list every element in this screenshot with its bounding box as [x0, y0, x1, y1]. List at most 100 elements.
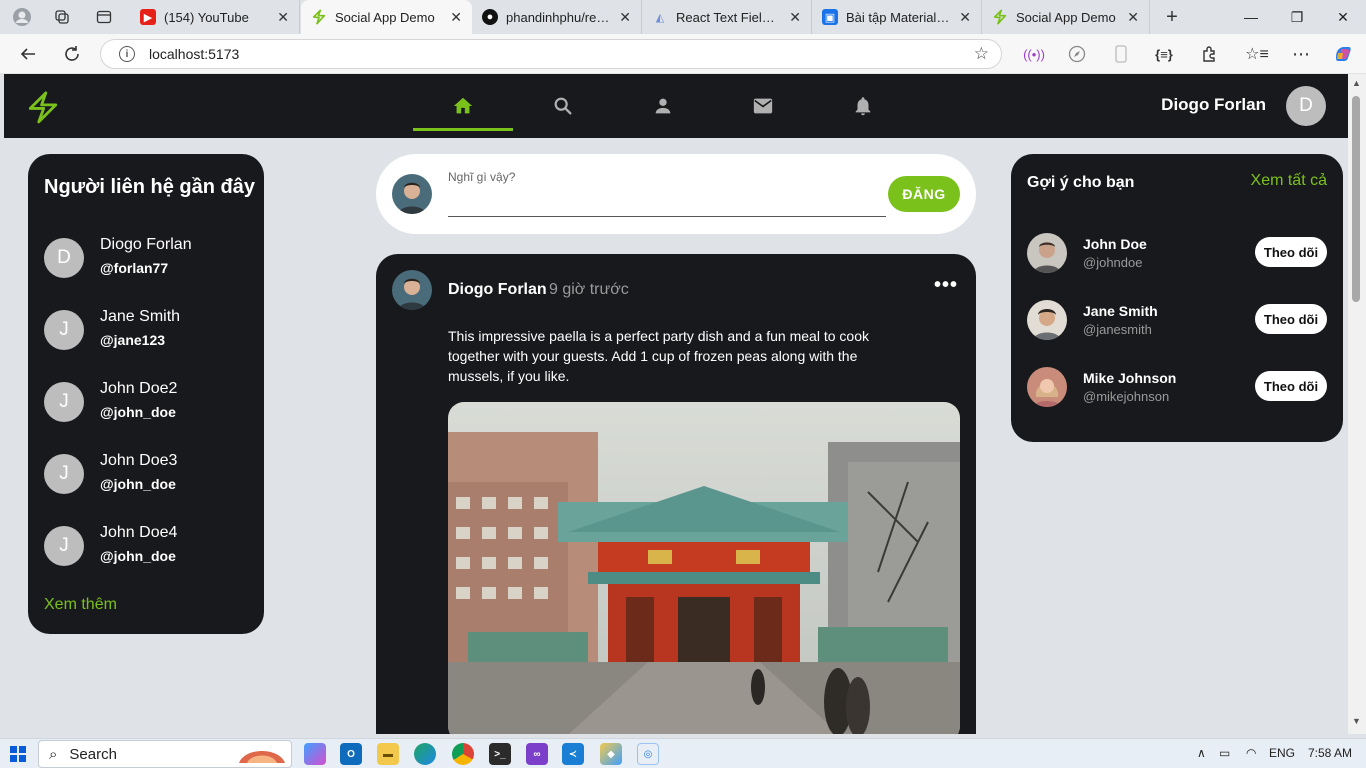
new-tab-icon[interactable]: + [1160, 5, 1184, 29]
contact-name: Diogo Forlan [100, 236, 192, 253]
more-options-icon[interactable]: ⋯ [1291, 44, 1311, 64]
taskbar-search[interactable]: ⌕ Search [38, 740, 292, 768]
tab-home[interactable] [413, 74, 513, 138]
workspaces-icon[interactable] [50, 5, 74, 29]
favorite-star-icon[interactable]: ☆ [974, 44, 989, 64]
avatar: J [44, 310, 84, 350]
browser-tab-active[interactable]: Social App Demo ✕ [301, 0, 472, 34]
back-icon[interactable] [16, 42, 40, 66]
tab-search[interactable] [513, 74, 613, 138]
browser-tab[interactable]: ● phandinhphu/react- ✕ [472, 0, 642, 34]
browser-tab[interactable]: Social App Demo ✕ [982, 0, 1150, 34]
tab-profile[interactable] [613, 74, 713, 138]
extensions-icon[interactable] [1199, 44, 1219, 64]
suggestion-name[interactable]: Mike Johnson [1083, 370, 1176, 386]
scroll-up-icon[interactable]: ▲ [1352, 78, 1361, 88]
battery-icon[interactable]: ▭ [1219, 746, 1230, 760]
close-tab-icon[interactable]: ✕ [277, 9, 289, 26]
chevron-up-icon[interactable]: ∧ [1197, 746, 1206, 760]
contact-handle: @john_doe [100, 476, 176, 492]
suggestion-name[interactable]: John Doe [1083, 236, 1147, 252]
contact-handle: @jane123 [100, 332, 166, 348]
follow-button[interactable]: Theo dõi [1255, 237, 1327, 267]
close-tab-icon[interactable]: ✕ [789, 9, 801, 26]
dev-app-icon[interactable]: ◎ [637, 743, 659, 765]
bolt-icon [311, 9, 327, 25]
avatar [392, 174, 432, 214]
visual-studio-icon[interactable]: ∞ [526, 743, 548, 765]
language-indicator[interactable]: ENG [1269, 746, 1295, 760]
outlook-icon[interactable]: O [340, 743, 362, 765]
site-info-icon[interactable]: i [119, 46, 135, 62]
chrome-icon[interactable] [452, 743, 474, 765]
avatar[interactable] [392, 270, 432, 310]
file-explorer-icon[interactable]: ▬ [377, 743, 399, 765]
page-viewport: Diogo Forlan D Người liên hệ gần đây D D… [4, 74, 1348, 734]
composer-input[interactable] [448, 216, 886, 217]
vscode-icon[interactable]: ≺ [562, 743, 584, 765]
minimize-icon[interactable]: — [1228, 0, 1274, 34]
windows-start-icon[interactable] [10, 746, 26, 762]
browser-tab[interactable]: ▣ Bài tập Material UI ✕ [812, 0, 982, 34]
url-text: localhost:5173 [149, 46, 240, 62]
current-user-name: Diogo Forlan [1161, 95, 1266, 114]
close-tab-icon[interactable]: ✕ [959, 9, 971, 26]
current-user-avatar[interactable]: D [1286, 86, 1326, 126]
json-viewer-icon[interactable]: {≡} [1154, 44, 1174, 64]
app-logo-bolt-icon[interactable] [26, 90, 60, 124]
copilot-icon[interactable] [1333, 44, 1353, 64]
edge-icon[interactable] [414, 743, 436, 765]
contact-item[interactable]: D Diogo Forlan @forlan77 [44, 234, 254, 282]
post-author[interactable]: Diogo Forlan [448, 281, 547, 299]
address-bar[interactable]: i localhost:5173 ☆ [100, 39, 1002, 69]
broadcast-icon[interactable]: ((•)) [1023, 44, 1045, 64]
app-icon[interactable]: ◆ [600, 743, 622, 765]
contact-name: John Doe2 [100, 380, 178, 397]
scrollbar-thumb[interactable] [1352, 96, 1360, 302]
tab-notifications[interactable] [813, 74, 913, 138]
close-window-icon[interactable]: ✕ [1320, 0, 1366, 34]
close-tab-icon[interactable]: ✕ [450, 9, 462, 26]
phone-icon[interactable] [1111, 44, 1131, 64]
avatar[interactable] [1027, 367, 1067, 407]
follow-button[interactable]: Theo dõi [1255, 304, 1327, 334]
contact-item[interactable]: J John Doe3 @john_doe [44, 450, 254, 498]
clock[interactable]: 7:58 AM [1308, 746, 1352, 760]
wifi-icon[interactable]: ◠ [1246, 746, 1256, 760]
avatar[interactable] [1027, 300, 1067, 340]
see-more-link[interactable]: Xem thêm [44, 596, 117, 614]
tab-actions-icon[interactable] [92, 5, 116, 29]
post-image [448, 402, 960, 734]
suggestion-name[interactable]: Jane Smith [1083, 303, 1158, 319]
contact-item[interactable]: J John Doe2 @john_doe [44, 378, 254, 426]
page-scrollbar[interactable]: ▲ ▼ [1348, 74, 1366, 734]
compass-icon[interactable] [1067, 44, 1087, 64]
restore-icon[interactable]: ❐ [1274, 0, 1320, 34]
reload-icon[interactable] [60, 42, 84, 66]
copilot-app-icon[interactable] [304, 743, 326, 765]
follow-button[interactable]: Theo dõi [1255, 371, 1327, 401]
suggestion-item: Jane Smith @janesmith Theo dõi [1027, 300, 1327, 342]
avatar[interactable] [1027, 233, 1067, 273]
more-horizontal-icon[interactable]: ••• [934, 274, 958, 297]
contact-name: John Doe3 [100, 452, 178, 469]
favorites-icon[interactable]: ☆≡ [1245, 44, 1269, 64]
close-tab-icon[interactable]: ✕ [1127, 9, 1139, 26]
tab-messages[interactable] [713, 74, 813, 138]
contact-handle: @john_doe [100, 404, 176, 420]
close-tab-icon[interactable]: ✕ [619, 9, 631, 26]
post-button[interactable]: ĐĂNG [888, 176, 960, 212]
profile-icon[interactable] [10, 5, 34, 29]
browser-tab[interactable]: ◭ React Text Field com ✕ [642, 0, 812, 34]
suggestion-handle: @janesmith [1083, 322, 1152, 337]
see-all-link[interactable]: Xem tất cả [1251, 172, 1327, 190]
contact-item[interactable]: J John Doe4 @john_doe [44, 522, 254, 570]
post-body: This impressive paella is a perfect part… [448, 328, 869, 384]
bolt-icon [992, 9, 1008, 25]
contact-item[interactable]: J Jane Smith @jane123 [44, 306, 254, 354]
search-icon [554, 97, 572, 115]
scroll-down-icon[interactable]: ▼ [1352, 716, 1361, 726]
terminal-icon[interactable]: >_ [489, 743, 511, 765]
recent-contacts-card: Người liên hệ gần đây D Diogo Forlan @fo… [28, 154, 264, 634]
browser-tab[interactable]: ▶ (154) YouTube ✕ [130, 0, 300, 34]
